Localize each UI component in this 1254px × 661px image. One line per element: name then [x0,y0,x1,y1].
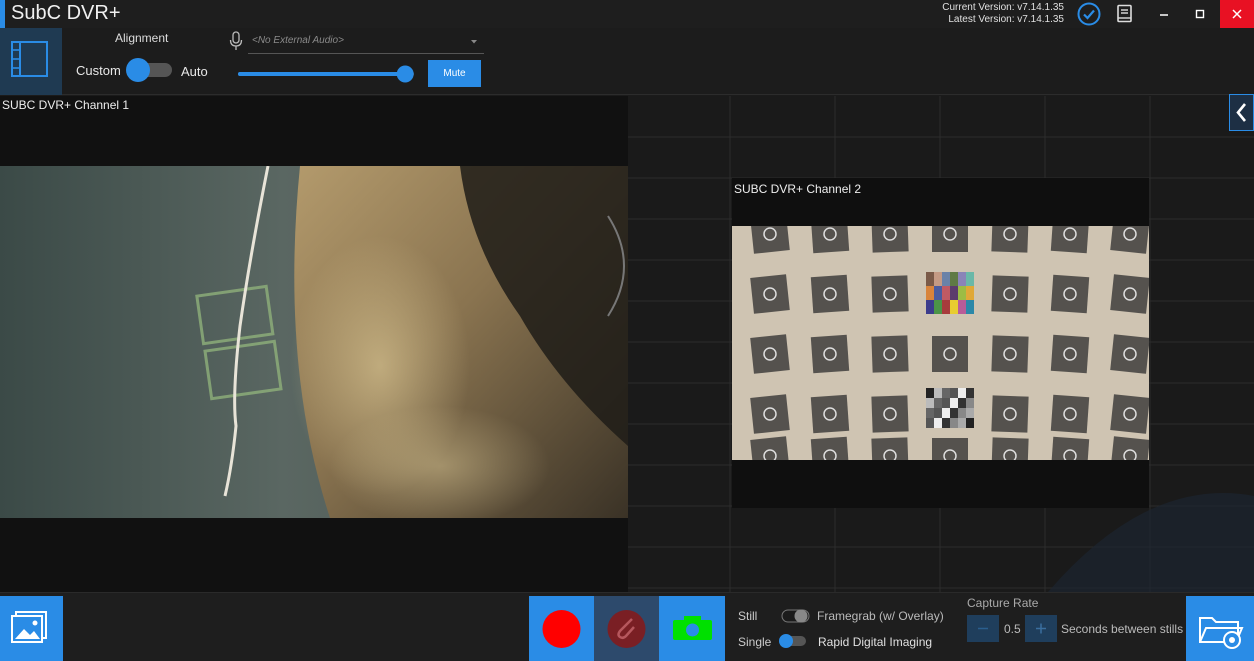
manual-book-icon[interactable] [1116,4,1134,24]
folder-settings-button[interactable] [1186,596,1254,661]
current-version: Current Version: v7.14.1.35 [942,2,1064,13]
minus-icon [978,627,988,630]
image-gallery-icon [11,611,47,643]
update-check-icon[interactable] [1077,2,1101,26]
volume-thumb[interactable] [396,65,414,83]
collapse-panel-button[interactable] [1229,94,1254,131]
camera-icon [673,616,712,640]
record-button[interactable] [529,596,594,661]
maximize-button[interactable] [1188,0,1212,28]
capture-rate-value: 0.5 [1004,622,1021,636]
folder-settings-icon [1199,617,1244,649]
title-accent [0,0,5,28]
bottom-bar: Still Framegrab (w/ Overlay) Single Rapi… [0,592,1254,661]
film-layout-icon [11,41,48,77]
channel-1-video [0,166,628,518]
mute-button[interactable]: Mute [428,60,481,87]
alignment-toggle[interactable] [124,58,174,82]
minimize-button[interactable] [1152,0,1176,28]
rdi-label: Rapid Digital Imaging [818,635,933,649]
paperclip-icon [607,610,646,648]
framegrab-label: Framegrab (w/ Overlay) [817,609,944,623]
capture-rate-label: Capture Rate [967,596,1039,610]
close-button[interactable] [1220,0,1254,28]
custom-label: Custom [76,63,121,78]
gallery-button[interactable] [0,596,63,661]
rate-decrease-button[interactable] [967,615,999,642]
channel-1-view[interactable]: SUBC DVR+ Channel 1 [0,96,628,592]
audio-source-select[interactable]: <No External Audio> [248,32,484,54]
channel-2-label: SUBC DVR+ Channel 2 [734,182,862,196]
alignment-label: Alignment [115,31,169,45]
channel-2-view[interactable]: SUBC DVR+ Channel 2 [732,178,1149,508]
top-toolbar: Alignment Custom Auto <No External Audio… [0,28,1254,95]
still-framegrab-toggle[interactable] [781,608,811,624]
volume-fill [238,72,406,76]
microphone-icon [229,31,243,51]
snapshot-button[interactable] [659,596,725,661]
latest-version: Latest Version: v7.14.1.35 [948,14,1064,25]
version-info: Current Version: v7.14.1.35 Latest Versi… [940,2,1064,26]
audio-source-value: <No External Audio> [252,35,344,46]
chevron-left-icon [1236,103,1247,122]
title-bar: SubC DVR+ Current Version: v7.14.1.35 La… [0,0,1254,28]
still-label: Still [738,609,758,623]
channel-1-label: SUBC DVR+ Channel 1 [2,98,130,112]
volume-slider[interactable] [238,64,418,84]
single-rdi-toggle[interactable] [778,633,808,649]
rate-increase-button[interactable] [1025,615,1057,642]
plus-icon [1036,623,1046,634]
channel-2-video [732,226,1149,460]
clip-button[interactable] [594,596,659,661]
layout-toggle-button[interactable] [0,28,62,95]
auto-label: Auto [181,64,208,79]
seconds-between-stills-label: Seconds between stills [1061,622,1184,636]
record-icon [542,610,581,648]
single-label: Single [738,635,772,649]
chevron-down-icon [468,35,480,47]
app-title: SubC DVR+ [11,2,121,24]
